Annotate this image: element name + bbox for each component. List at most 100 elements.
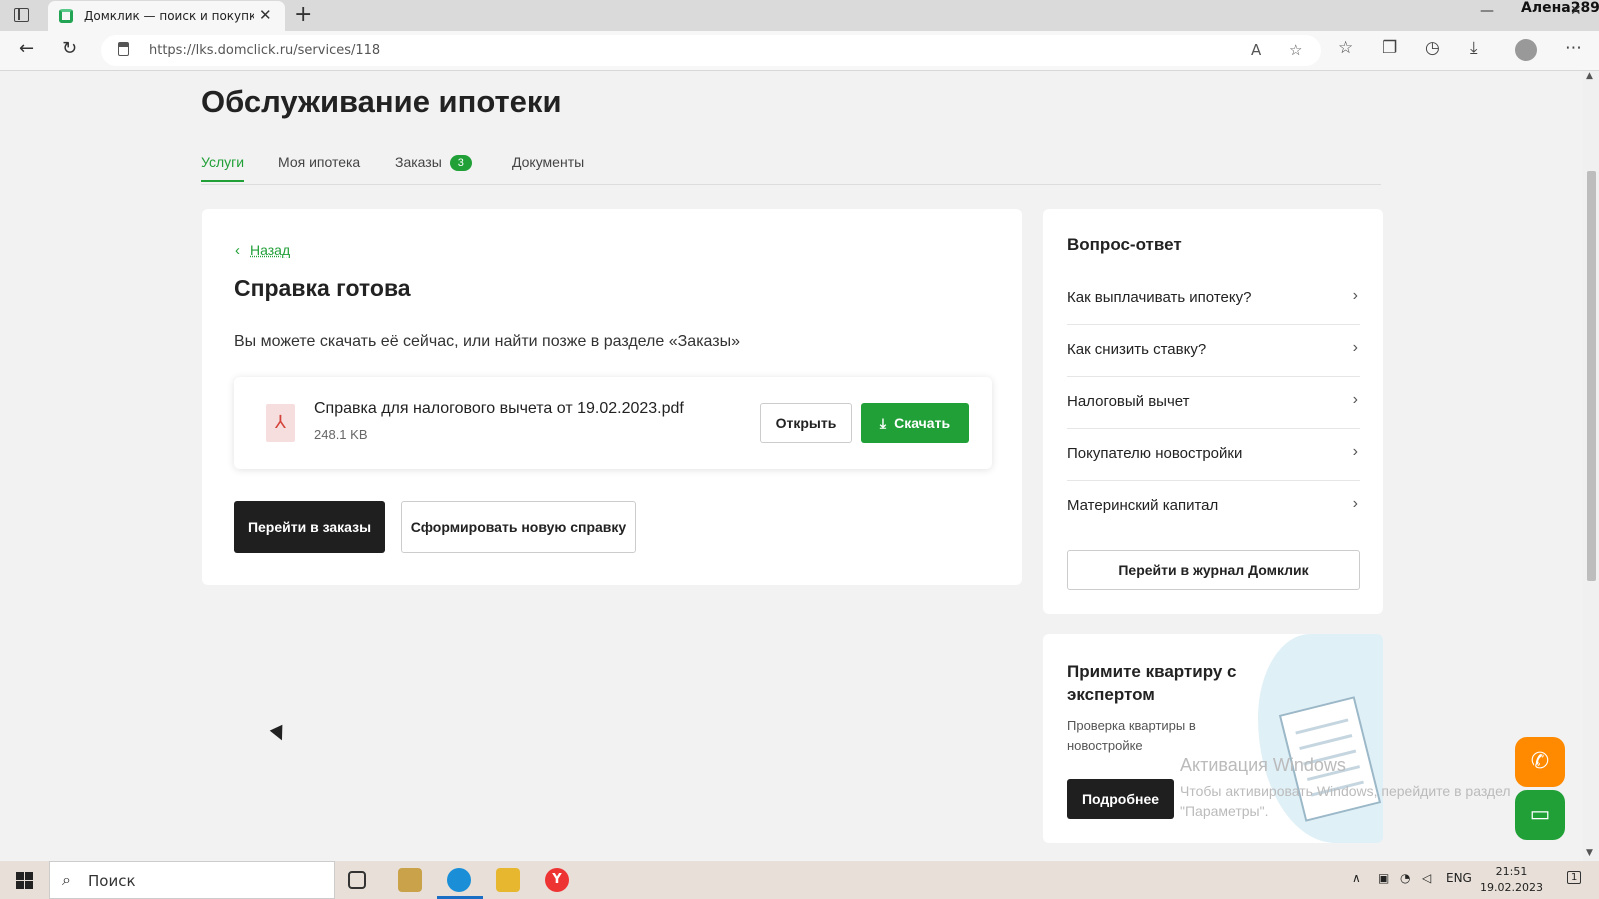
tab-title: Домклик — поиск и покупка кв xyxy=(84,9,254,23)
go-to-orders-button[interactable]: Перейти в заказы xyxy=(234,501,385,553)
tray-device-icon[interactable]: ▣ xyxy=(1378,871,1389,885)
chevron-right-icon: › xyxy=(1352,391,1358,408)
lock-icon xyxy=(118,42,129,56)
journal-button[interactable]: Перейти в журнал Домклик xyxy=(1067,550,1360,590)
scroll-down-icon[interactable]: ▼ xyxy=(1586,848,1593,858)
network-icon[interactable]: ◔ xyxy=(1400,871,1410,885)
browser-tab[interactable]: Домклик — поиск и покупка кв ✕ xyxy=(48,1,285,31)
open-button[interactable]: Открыть xyxy=(760,403,852,443)
tab-my-mortgage[interactable]: Моя ипотека xyxy=(278,154,360,170)
taskbar-search[interactable]: ⌕ Поиск xyxy=(49,861,335,899)
clock-date: 19.02.2023 xyxy=(1480,881,1543,894)
chevron-right-icon: › xyxy=(1352,287,1358,304)
mouse-cursor-icon xyxy=(269,724,289,744)
file-name: Справка для налогового вычета от 19.02.2… xyxy=(314,400,684,417)
orders-count-badge: 3 xyxy=(449,155,472,171)
collections-icon[interactable]: ❐ xyxy=(1382,38,1397,58)
card-description: Вы можете скачать её сейчас, или найти п… xyxy=(234,333,740,350)
phone-icon: ✆ xyxy=(1530,749,1550,774)
language-indicator[interactable]: ENG xyxy=(1446,871,1472,885)
back-link[interactable]: ‹ Назад xyxy=(235,242,290,259)
new-certificate-button[interactable]: Сформировать новую справку xyxy=(401,501,636,553)
user-name-label: Алена2891 xyxy=(1521,0,1599,16)
windows-start-icon[interactable] xyxy=(16,872,33,889)
media-app-icon[interactable] xyxy=(398,868,422,892)
windows-activation-title: Активация Windows xyxy=(1180,755,1346,775)
yandex-browser-icon[interactable]: Y xyxy=(545,868,569,892)
faq-item[interactable]: Как снизить ставку? › xyxy=(1067,325,1360,377)
pdf-file-icon: ⅄ xyxy=(266,404,295,442)
history-icon[interactable]: ◷ xyxy=(1425,38,1440,58)
tab-orders-label: Заказы xyxy=(395,154,442,170)
certificate-ready-card: ‹ Назад Справка готова Вы можете скачать … xyxy=(202,209,1022,585)
chevron-right-icon: › xyxy=(1352,443,1358,460)
file-explorer-icon[interactable] xyxy=(496,868,520,892)
volume-icon[interactable]: ◁ xyxy=(1422,871,1431,885)
faq-item[interactable]: Покупателю новостройки › xyxy=(1067,429,1360,481)
more-button[interactable]: Подробнее xyxy=(1067,779,1174,819)
faq-item-label: Как снизить ставку? xyxy=(1067,341,1207,358)
close-tab-icon[interactable]: ✕ xyxy=(259,6,272,24)
page-title: Обслуживание ипотеки xyxy=(201,84,562,119)
address-bar-row: ← ↻ https://lks.domclick.ru/services/118… xyxy=(0,31,1599,71)
page-scrollbar[interactable]: ▲ ▼ xyxy=(1583,71,1599,861)
close-window-icon[interactable]: ✕ xyxy=(1570,3,1582,19)
downloads-icon[interactable]: ⤓ xyxy=(1470,38,1478,58)
tab-orders[interactable]: Заказы 3 xyxy=(395,154,472,171)
download-button[interactable]: ⤓ Скачать xyxy=(861,403,969,443)
windows-activation-text: Чтобы активировать Windows, перейдите в … xyxy=(1180,783,1511,819)
chevron-right-icon: › xyxy=(1352,495,1358,512)
read-aloud-icon[interactable]: A xyxy=(1251,41,1261,59)
chat-button[interactable]: ▭ xyxy=(1515,790,1565,840)
faq-item[interactable]: Материнский капитал › xyxy=(1067,481,1360,533)
promo-text: Проверка квартиры в новостройке xyxy=(1067,718,1196,753)
scrollbar-thumb[interactable] xyxy=(1587,171,1596,581)
windows-taskbar: ⌕ Поиск Y ∧ ▣ ◔ ◁ ENG 21:51 19.02.2023 1 xyxy=(0,861,1599,899)
download-label: Скачать xyxy=(894,415,951,431)
taskbar-search-label: Поиск xyxy=(88,872,136,890)
more-menu-icon[interactable]: ⋯ xyxy=(1565,38,1582,58)
faq-item-label: Материнский капитал xyxy=(1067,497,1219,514)
scroll-up-icon[interactable]: ▲ xyxy=(1586,71,1593,81)
domclick-favicon-icon xyxy=(59,9,73,23)
notification-count: 1 xyxy=(1571,872,1578,883)
minimize-icon[interactable]: — xyxy=(1480,3,1494,19)
notifications-icon[interactable]: 1 xyxy=(1567,871,1582,884)
url-text: https://lks.domclick.ru/services/118 xyxy=(149,43,381,58)
faq-item-label: Налоговый вычет xyxy=(1067,393,1190,410)
chevron-left-icon: ‹ xyxy=(235,242,240,259)
faq-item-label: Как выплачивать ипотеку? xyxy=(1067,289,1252,306)
add-favorite-icon[interactable]: ☆ xyxy=(1289,41,1302,59)
page-tabs: Услуги Моя ипотека Заказы 3 Документы xyxy=(201,150,1381,185)
browser-tab-bar: Домклик — поиск и покупка кв ✕ + — Алена… xyxy=(0,0,1599,31)
chat-icon: ▭ xyxy=(1529,802,1551,827)
tab-services[interactable]: Услуги xyxy=(201,154,245,182)
url-field[interactable]: https://lks.domclick.ru/services/118 A ☆ xyxy=(101,35,1321,66)
edge-browser-icon[interactable] xyxy=(447,868,471,892)
favorites-icon[interactable]: ☆ xyxy=(1338,38,1353,58)
faq-item[interactable]: Налоговый вычет › xyxy=(1067,377,1360,429)
chevron-right-icon: › xyxy=(1352,339,1358,356)
download-icon: ⤓ xyxy=(879,415,887,431)
faq-item[interactable]: Как выплачивать ипотеку? › xyxy=(1067,273,1360,325)
search-icon: ⌕ xyxy=(62,870,71,889)
card-title: Справка готова xyxy=(234,275,411,301)
file-row: ⅄ Справка для налогового вычета от 19.02… xyxy=(234,377,992,469)
task-view-icon[interactable] xyxy=(348,871,366,889)
reload-icon[interactable]: ↻ xyxy=(62,38,77,59)
sidebar-toggle-icon[interactable] xyxy=(14,8,29,22)
call-button[interactable]: ✆ xyxy=(1515,737,1565,787)
tray-chevron-up-icon[interactable]: ∧ xyxy=(1352,871,1361,885)
faq-item-label: Покупателю новостройки xyxy=(1067,445,1243,462)
clock-time: 21:51 xyxy=(1495,865,1528,878)
promo-title: Примите квартиру с экспертом xyxy=(1067,662,1237,704)
profile-avatar-icon[interactable] xyxy=(1515,39,1537,61)
clock[interactable]: 21:51 19.02.2023 xyxy=(1480,864,1543,896)
faq-panel: Вопрос-ответ Как выплачивать ипотеку? › К… xyxy=(1043,209,1383,614)
new-tab-icon[interactable]: + xyxy=(294,2,312,27)
back-arrow-icon[interactable]: ← xyxy=(19,38,34,59)
faq-title: Вопрос-ответ xyxy=(1067,235,1182,254)
file-size: 248.1 KB xyxy=(314,427,368,442)
tab-documents[interactable]: Документы xyxy=(512,154,584,170)
back-label: Назад xyxy=(250,242,291,258)
